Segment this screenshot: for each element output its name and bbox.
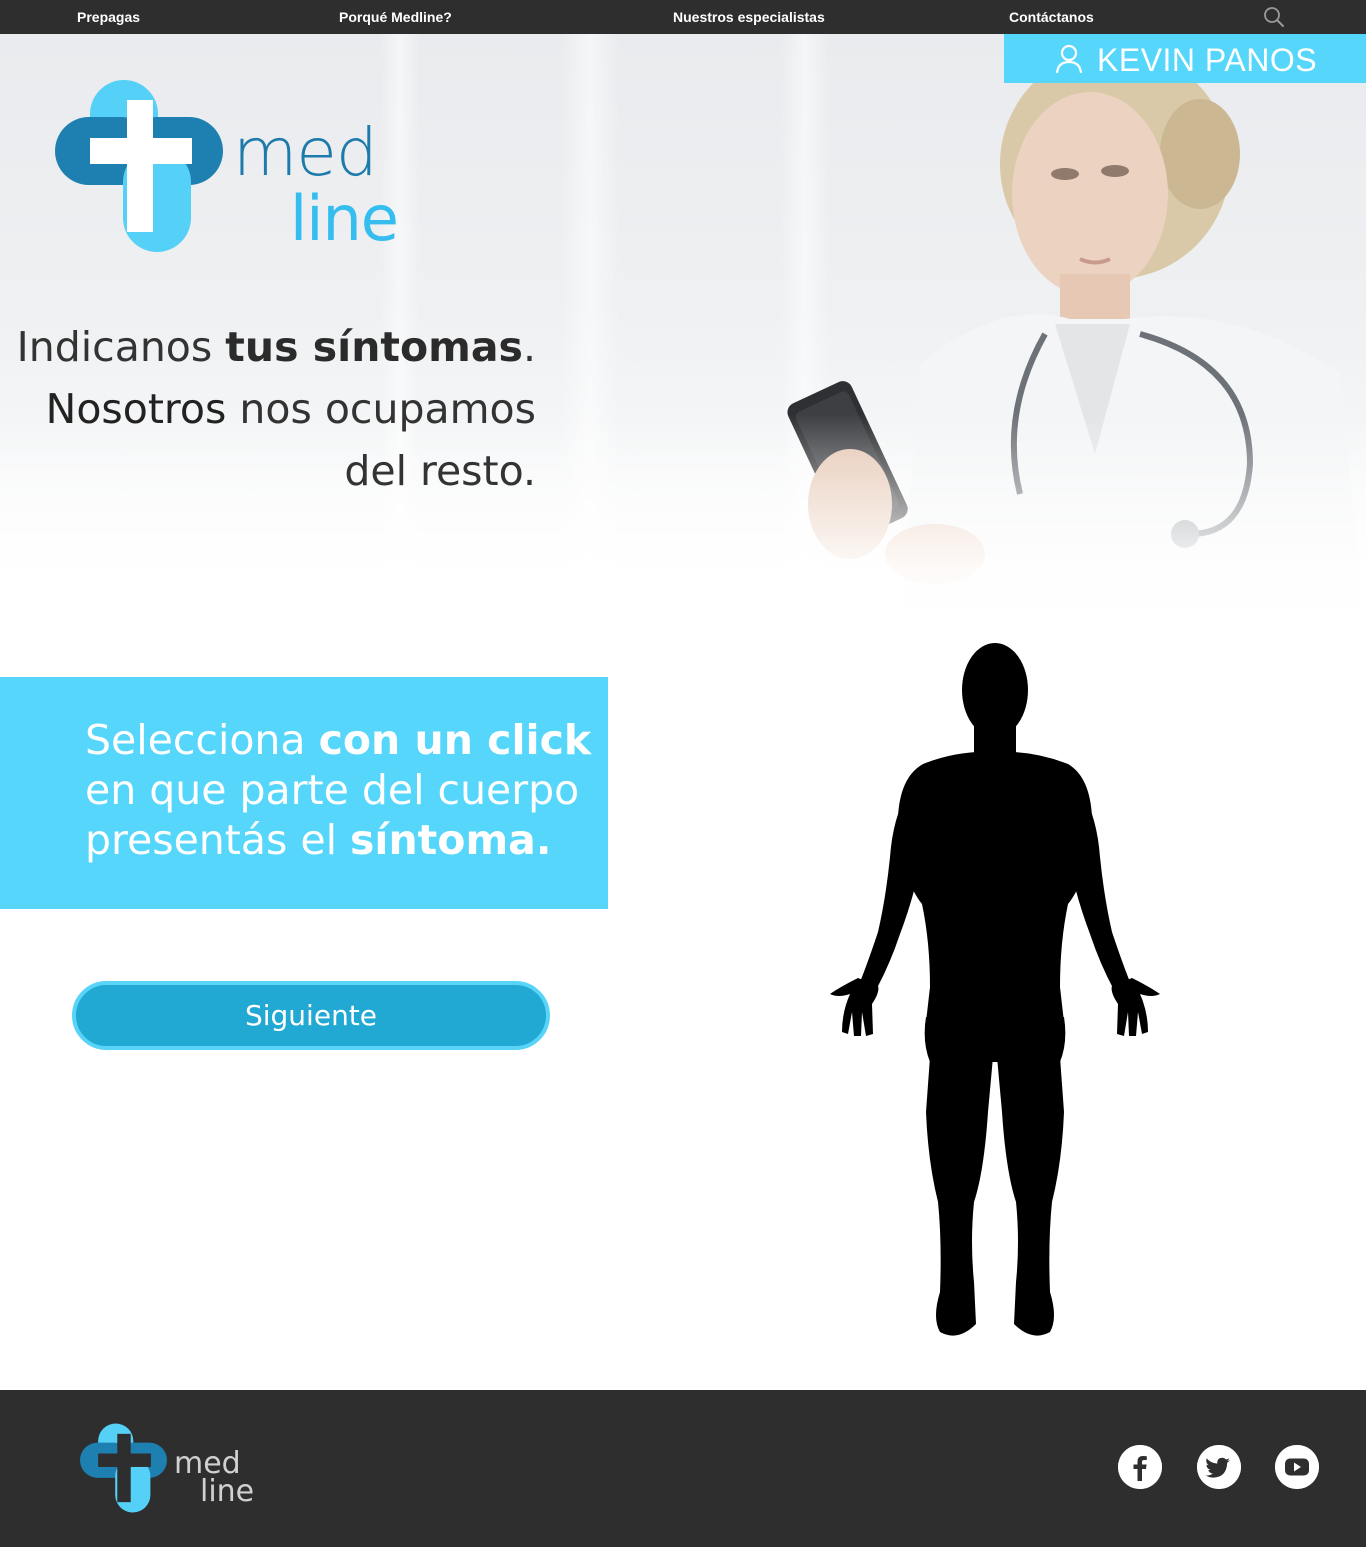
nav-item-porque-medline[interactable]: Porqué Medline? (339, 9, 452, 25)
user-name: KEVIN PANOS (1097, 42, 1318, 78)
tagline-text: Indicanos (16, 323, 226, 371)
tagline-line-1: Indicanos tus síntomas. (17, 316, 536, 378)
nav-item-contactanos[interactable]: Contáctanos (1009, 9, 1094, 25)
tagline-line-2: Nosotros nos ocupamos (17, 378, 536, 440)
instruction-panel: Selecciona con un click en que parte del… (0, 677, 608, 909)
medline-cross-logo-icon (80, 1423, 167, 1513)
body-part-left-arm (860, 792, 922, 990)
tagline-bold-text: tus síntomas (225, 323, 523, 371)
next-button[interactable]: Siguiente (72, 981, 550, 1050)
body-part-left-hand (830, 978, 879, 1036)
medline-cross-logo-icon (55, 80, 223, 252)
user-profile-badge[interactable]: KEVIN PANOS (1004, 34, 1366, 83)
instruction-text: Selecciona (85, 716, 319, 764)
tagline-emphasis-text: Nosotros (45, 385, 227, 433)
medline-logo[interactable]: med line (55, 80, 415, 255)
logo-text-line: line (290, 182, 399, 255)
top-navigation: Prepagas Porqué Medline? Nuestros especi… (0, 0, 1366, 34)
body-part-right-leg (997, 1057, 1064, 1336)
nav-item-prepagas[interactable]: Prepagas (77, 9, 140, 25)
body-part-right-arm (1068, 792, 1130, 990)
body-silhouette-selector[interactable] (828, 642, 1162, 1340)
tagline-line-3: del resto. (344, 447, 536, 495)
facebook-icon[interactable] (1118, 1445, 1162, 1489)
tagline-text: . (522, 323, 536, 371)
body-part-right-hand (1111, 978, 1160, 1036)
instruction-bold-text: con un click (318, 716, 592, 764)
footer-logo[interactable]: med line (80, 1423, 280, 1513)
body-part-left-leg (926, 1057, 993, 1336)
youtube-icon[interactable] (1275, 1445, 1319, 1489)
nav-item-especialistas[interactable]: Nuestros especialistas (673, 9, 825, 25)
tagline-text: nos ocupamos (226, 385, 536, 433)
instruction-line-2: en que parte del cuerpo (85, 766, 580, 814)
search-icon[interactable] (1262, 6, 1286, 28)
user-icon (1054, 43, 1084, 75)
twitter-icon[interactable] (1197, 1445, 1241, 1489)
instruction-line-3: presentás el síntoma. (85, 815, 551, 865)
instruction-text: presentás el (85, 816, 351, 864)
logo-text-med: med (233, 114, 378, 191)
body-part-torso (898, 751, 1092, 1022)
footer-logo-text-line: line (200, 1474, 255, 1509)
instruction-line-1: Selecciona con un click (85, 715, 591, 765)
hero-tagline: Indicanos tus síntomas. Nosotros nos ocu… (17, 316, 536, 502)
instruction-bold-text: síntoma. (350, 816, 552, 864)
body-part-hips (924, 1017, 1066, 1062)
page-footer: med line (0, 1390, 1366, 1547)
